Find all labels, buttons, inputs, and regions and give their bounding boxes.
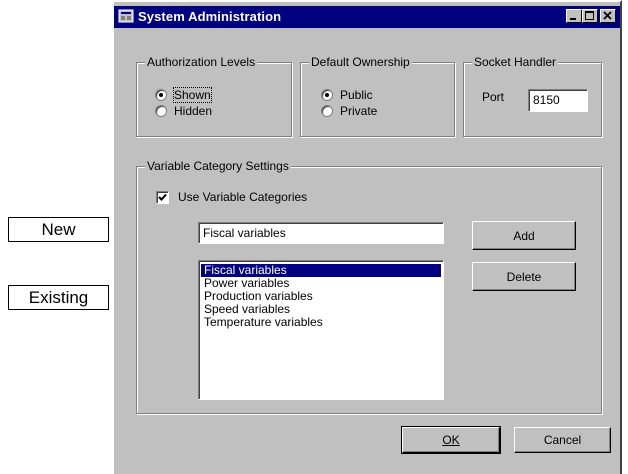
title-bar[interactable]: System Administration <box>114 6 620 28</box>
default-ownership-label: Default Ownership <box>309 55 412 69</box>
cancel-button-label: Cancel <box>543 433 582 447</box>
minimize-button[interactable] <box>566 9 582 23</box>
radio-hidden[interactable]: Hidden <box>155 104 212 118</box>
close-button[interactable] <box>600 9 616 23</box>
maximize-button[interactable] <box>582 9 598 23</box>
radio-public-indicator[interactable] <box>321 89 333 101</box>
socket-handler-label: Socket Handler <box>472 55 559 69</box>
radio-private[interactable]: Private <box>321 104 377 118</box>
list-item-temperature[interactable]: Temperature variables <box>201 316 441 329</box>
callout-new-label: New <box>41 219 76 239</box>
authorization-levels-group: Authorization Levels Shown Hidden <box>136 55 292 137</box>
radio-shown[interactable]: Shown <box>155 87 212 103</box>
callout-existing: Existing <box>8 285 109 310</box>
app-window-icon <box>118 9 134 23</box>
checkmark-icon <box>158 193 167 201</box>
radio-hidden-indicator[interactable] <box>155 105 167 117</box>
port-input[interactable]: 8150 <box>528 89 588 112</box>
radio-hidden-label: Hidden <box>174 104 213 118</box>
callout-existing-label: Existing <box>28 287 89 307</box>
ok-button[interactable]: OK <box>401 426 501 454</box>
add-button-label: Add <box>513 228 535 243</box>
cancel-button[interactable]: Cancel <box>514 427 611 453</box>
radio-private-label: Private <box>340 104 378 118</box>
use-variable-categories-checkbox[interactable] <box>156 191 169 204</box>
delete-button-label: Delete <box>506 269 542 284</box>
variable-category-settings-group: Variable Category Settings Use Variable … <box>136 159 602 414</box>
socket-handler-group: Socket Handler Port 8150 <box>463 55 602 137</box>
window-title: System Administration <box>138 9 282 24</box>
title-buttons <box>566 9 616 23</box>
callout-new: New <box>8 217 109 242</box>
authorization-levels-label: Authorization Levels <box>145 55 258 69</box>
port-label: Port <box>482 90 505 104</box>
new-category-input[interactable]: Fiscal variables <box>198 222 444 244</box>
radio-shown-label: Shown <box>173 87 212 103</box>
radio-public-label: Public <box>340 88 373 102</box>
system-administration-dialog: System Administration Authorization Leve… <box>112 0 622 474</box>
close-icon <box>603 11 612 20</box>
delete-button[interactable]: Delete <box>472 262 576 291</box>
maximize-icon <box>585 11 594 20</box>
category-listbox[interactable]: Fiscal variables Power variables Product… <box>198 260 444 400</box>
ok-button-label: OK <box>442 433 460 447</box>
use-variable-categories-label: Use Variable Categories <box>178 190 308 204</box>
add-button[interactable]: Add <box>472 221 576 250</box>
default-ownership-group: Default Ownership Public Private <box>300 55 455 137</box>
minimize-icon <box>570 18 576 20</box>
radio-private-indicator[interactable] <box>321 105 333 117</box>
radio-public[interactable]: Public <box>321 88 373 102</box>
radio-shown-indicator[interactable] <box>155 89 167 101</box>
variable-category-settings-label: Variable Category Settings <box>145 159 291 173</box>
